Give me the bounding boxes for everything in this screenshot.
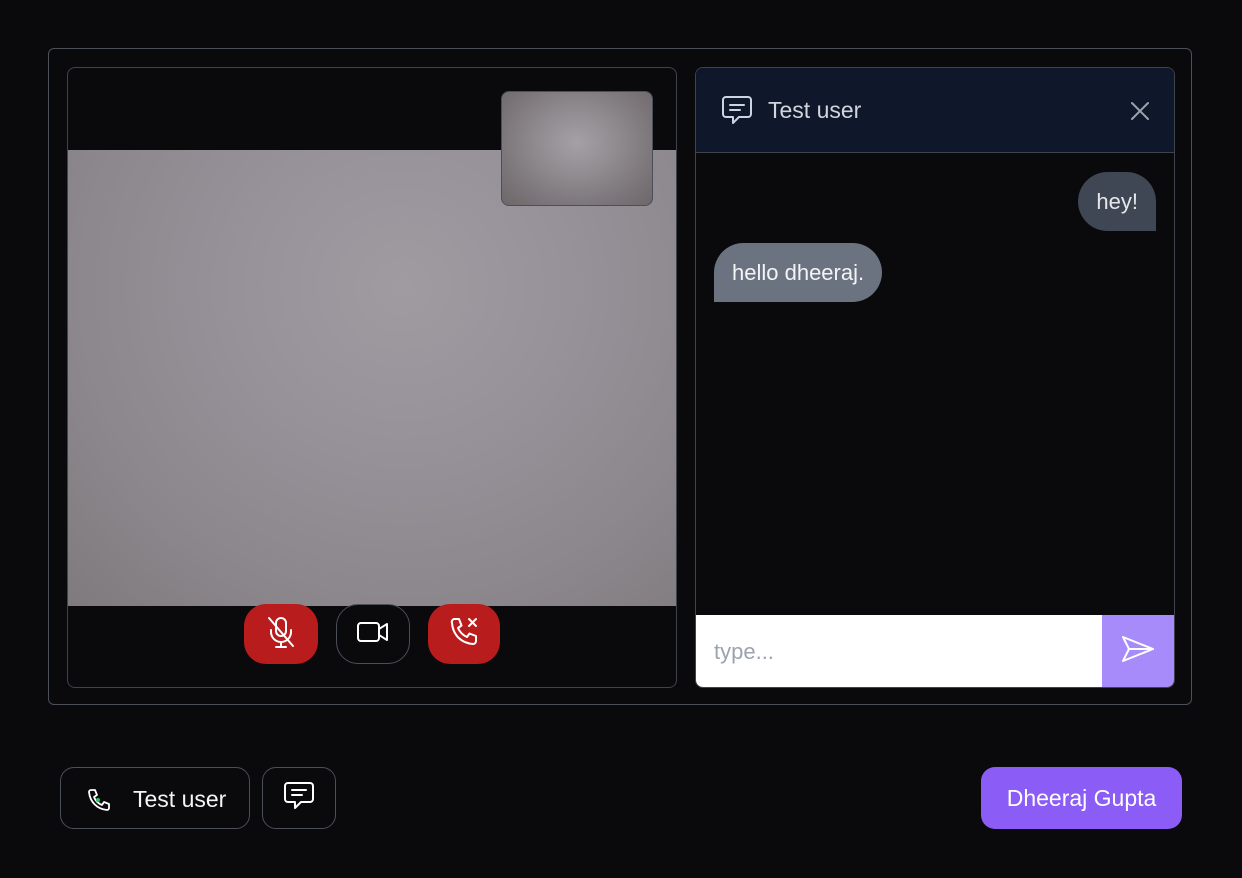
send-icon (1120, 633, 1156, 670)
chat-panel: Test user hey! hello dheeraj. (695, 67, 1175, 688)
chat-bubble-icon (720, 93, 754, 132)
mic-off-icon (266, 615, 296, 654)
chat-bubble-icon (282, 780, 316, 817)
phone-x-icon (447, 615, 481, 654)
message-outgoing: hey! (1078, 172, 1156, 231)
call-user-button[interactable]: Test user (60, 767, 250, 829)
chat-header: Test user (696, 68, 1174, 153)
video-panel (67, 67, 677, 688)
close-chat-button[interactable] (1128, 99, 1152, 128)
remote-video (68, 150, 676, 606)
send-button[interactable] (1102, 615, 1174, 687)
message-input[interactable] (696, 615, 1102, 687)
call-user-label: Test user (133, 786, 227, 812)
profile-button[interactable]: Dheeraj Gupta (981, 767, 1182, 829)
toggle-camera-button[interactable] (336, 604, 410, 664)
local-video-preview[interactable] (501, 91, 653, 206)
message-incoming: hello dheeraj. (714, 243, 883, 302)
video-camera-icon (356, 619, 390, 650)
mute-mic-button[interactable] (244, 604, 318, 664)
chat-title: Test user (768, 97, 862, 123)
close-icon (1131, 102, 1149, 120)
toggle-chat-button[interactable] (262, 767, 336, 829)
phone-icon (86, 787, 116, 820)
end-call-button[interactable] (428, 604, 500, 664)
